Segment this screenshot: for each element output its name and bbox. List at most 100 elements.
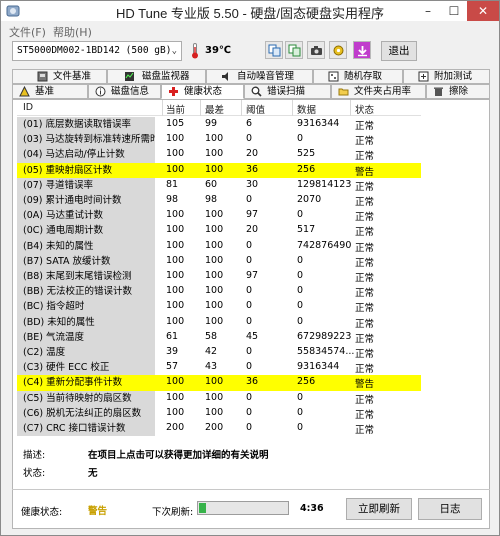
table-row[interactable]: (0C) 通电周期计数 100 100 20 517 正常 [17, 223, 421, 239]
cell-worst: 200 [205, 422, 224, 433]
thermometer-icon [192, 43, 198, 59]
tab-disk-monitor[interactable]: 磁盘监视器 [107, 69, 206, 84]
cell-data: 9316344 [297, 361, 340, 373]
attribute-name: (07) 寻道错误率 [17, 177, 155, 193]
extra-tests-icon [418, 71, 429, 82]
table-row[interactable]: (04) 马达启动/停止计数 100 100 20 525 正常 [17, 147, 421, 163]
table-row[interactable]: (BB) 无法校正的错误计数 100 100 0 0 正常 [17, 284, 421, 300]
cell-worst: 100 [205, 270, 224, 281]
table-row[interactable]: (B7) SATA 放缓计数 100 100 0 0 正常 [17, 253, 421, 269]
tab-folder-usage[interactable]: 文件夹占用率 [331, 84, 426, 99]
tab-label: 磁盘监视器 [142, 71, 190, 82]
cell-worst: 60 [205, 178, 218, 190]
attribute-name: (B7) SATA 放缓计数 [17, 253, 155, 269]
cell-status: 正常 [355, 349, 375, 360]
cell-status: 正常 [355, 121, 375, 132]
menu-file[interactable]: 文件(F) [9, 24, 46, 40]
table-row[interactable]: (BE) 气流温度 61 58 45 672989223 正常 [17, 329, 421, 345]
copy-button[interactable] [265, 41, 283, 59]
column-threshold[interactable]: 阈值 [246, 102, 265, 116]
table-row[interactable]: (09) 累计通电时间计数 98 98 0 2070 正常 [17, 193, 421, 209]
cell-status: 正常 [355, 364, 375, 376]
refresh-now-button[interactable]: 立即刷新 [346, 498, 412, 520]
maximize-button[interactable]: ☐ [441, 1, 467, 21]
table-row[interactable]: (C2) 温度 39 42 0 55834574... 正常 [17, 345, 421, 361]
cell-current: 100 [166, 315, 185, 327]
attribute-name: (09) 累计通电时间计数 [17, 193, 155, 209]
table-row[interactable]: (C4) 重新分配事件计数 100 100 36 256 警告 [17, 375, 421, 391]
random-access-icon [328, 71, 339, 82]
tab-extra-tests[interactable]: 附加测试 [403, 69, 490, 84]
cell-current: 100 [166, 209, 185, 221]
tab-benchmark[interactable]: 基准 [12, 84, 88, 99]
cell-status: 正常 [355, 273, 375, 284]
column-worst[interactable]: 最差 [205, 102, 224, 116]
cell-status: 正常 [355, 197, 375, 208]
cell-worst: 100 [205, 209, 224, 221]
info-icon [95, 86, 106, 97]
tab-label: 磁盘信息 [111, 86, 150, 97]
divider [12, 489, 490, 490]
table-row[interactable]: (07) 寻道错误率 81 60 30 129814123 正常 [17, 177, 421, 193]
cell-status: 正常 [355, 257, 375, 269]
chevron-down-icon: ⌄ [171, 46, 177, 56]
table-row[interactable]: (B4) 未知的属性 100 100 0 742876490 正常 [17, 238, 421, 254]
table-row[interactable]: (BD) 未知的属性 100 100 0 0 正常 [17, 314, 421, 330]
cell-current: 39 [166, 346, 179, 357]
health-status-label: 健康状态: [21, 507, 63, 518]
tab-aam[interactable]: 自动噪音管理 [206, 69, 313, 84]
log-button[interactable]: 日志 [418, 498, 482, 520]
cell-data: 0 [297, 391, 304, 403]
column-id[interactable]: ID [23, 102, 33, 113]
cell-current: 81 [166, 178, 179, 190]
benchmark-icon [19, 86, 30, 97]
column-data[interactable]: 数据 [297, 102, 316, 116]
cell-worst: 100 [205, 300, 224, 312]
tab-label: 擦除 [449, 86, 469, 97]
menu-help[interactable]: 帮助(H) [53, 24, 92, 40]
cell-threshold: 0 [246, 300, 253, 312]
attribute-name: (05) 重映射扇区计数 [17, 162, 155, 178]
cell-threshold: 20 [246, 224, 259, 236]
minimize-button[interactable]: – [415, 1, 441, 21]
tab-health[interactable]: 健康状态 [161, 84, 244, 99]
cell-threshold: 0 [246, 422, 253, 433]
options-button[interactable] [329, 41, 347, 59]
tab-erase[interactable]: 擦除 [426, 84, 490, 99]
cell-data: 517 [297, 224, 316, 236]
table-row[interactable]: (0A) 马达重试计数 100 100 97 0 正常 [17, 208, 421, 224]
tab-random-access[interactable]: 随机存取 [313, 69, 403, 84]
cell-status: 正常 [355, 409, 375, 421]
column-status[interactable]: 状态 [355, 102, 374, 116]
exit-button[interactable]: 退出 [381, 41, 417, 61]
tab-error-scan[interactable]: 错误扫描 [244, 84, 331, 99]
description-value: 在项目上点击可以获得更加详细的有关说明 [88, 450, 269, 461]
tab-file-benchmark[interactable]: 文件基准 [12, 69, 107, 84]
table-row[interactable]: (C7) CRC 接口错误计数 200 200 0 0 正常 [17, 421, 421, 437]
close-button[interactable]: ✕ [467, 1, 499, 21]
column-current[interactable]: 当前 [166, 102, 185, 116]
refresh-progress-bar [197, 501, 289, 515]
table-row[interactable]: (C5) 当前待映射的扇区数 100 100 0 0 正常 [17, 390, 421, 406]
tab-label: 错误扫描 [267, 86, 306, 97]
table-row[interactable]: (01) 底层数据读取错误率 105 99 6 9316344 正常 [17, 117, 421, 133]
cell-data: 672989223 [297, 330, 352, 342]
save-button[interactable] [353, 41, 371, 59]
health-panel: ID 当前 最差 阈值 数据 状态 (01) 底层数据读取错误率 105 99 6 93… [12, 99, 490, 529]
table-row[interactable]: (03) 马达旋转到标准转速所需时间 100 100 0 0 正常 [17, 132, 421, 148]
table-row[interactable]: (05) 重映射扇区计数 100 100 36 256 警告 [17, 162, 421, 178]
screenshot-button[interactable] [307, 41, 325, 59]
table-row[interactable]: (B8) 末尾到末尾错误检测 100 100 97 0 正常 [17, 269, 421, 285]
cell-threshold: 97 [246, 270, 259, 281]
copy-all-button[interactable] [285, 41, 303, 59]
table-row[interactable]: (C3) 硬件 ECC 校正 57 43 0 9316344 正常 [17, 360, 421, 376]
attribute-name: (C6) 脱机无法纠正的扇区数 [17, 405, 155, 421]
cell-status: 正常 [355, 227, 375, 239]
cell-current: 100 [166, 163, 185, 175]
table-row[interactable]: (BC) 指令超时 100 100 0 0 正常 [17, 299, 421, 315]
attribute-name: (BD) 未知的属性 [17, 314, 155, 330]
drive-select[interactable]: ST5000DM002-1BD142 (500 gB) ⌄ [12, 41, 182, 61]
cell-current: 200 [166, 422, 185, 433]
table-row[interactable]: (C6) 脱机无法纠正的扇区数 100 100 0 0 正常 [17, 405, 421, 421]
tab-disk-info[interactable]: 磁盘信息 [88, 84, 161, 99]
